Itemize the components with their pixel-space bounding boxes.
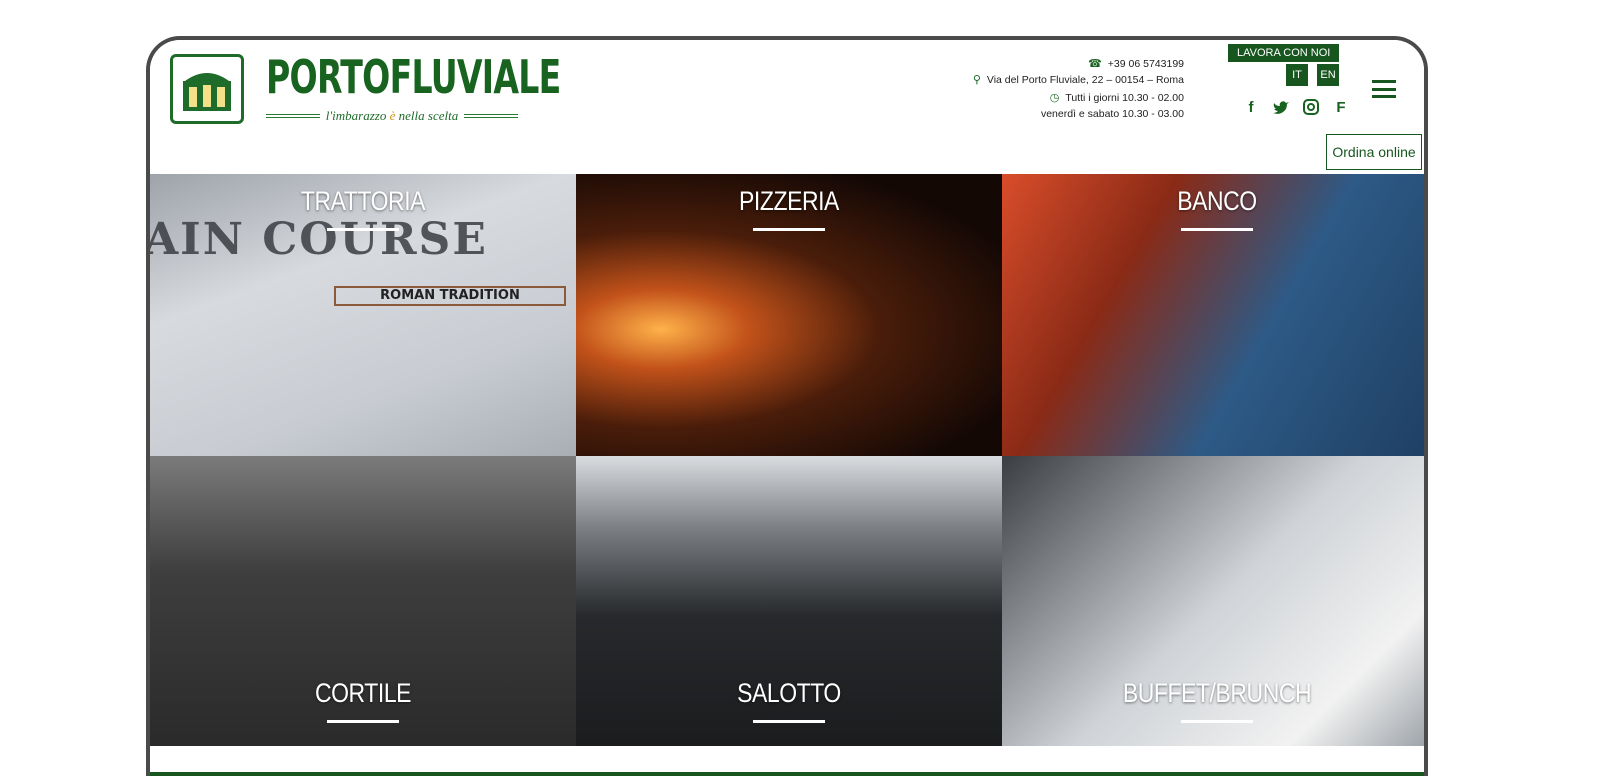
lang-it-button[interactable]: IT xyxy=(1286,64,1308,86)
hours-line-1: Tutti i giorni 10.30 - 02.00 xyxy=(1065,92,1184,104)
tile-label: PIZZERIA xyxy=(739,186,839,216)
tile-underline xyxy=(753,720,825,723)
lang-en-button[interactable]: EN xyxy=(1317,64,1339,86)
tagline-rule-left xyxy=(266,114,320,118)
tagline-post: nella scelta xyxy=(395,108,459,123)
tile-underline xyxy=(1181,228,1253,231)
hamburger-bar xyxy=(1372,87,1396,91)
logo-badge[interactable] xyxy=(170,54,244,124)
brand-tagline: l'imbarazzo è nella scelta xyxy=(266,108,518,124)
work-with-us-button[interactable]: LAVORA CON NOI xyxy=(1228,44,1340,62)
tile-label: BUFFET/BRUNCH xyxy=(1122,678,1312,708)
tile-buffet-brunch[interactable]: BUFFET/BRUNCH xyxy=(1002,456,1424,746)
facebook-icon[interactable]: f xyxy=(1242,98,1260,116)
phone-row[interactable]: ☎ +39 06 5743199 xyxy=(973,56,1184,72)
menu-photo-heading: AIN COURSE xyxy=(150,214,488,265)
order-online-button[interactable]: Ordina online xyxy=(1326,134,1422,170)
brand-name[interactable]: PORTOFLUVIALE xyxy=(266,52,561,102)
tile-underline xyxy=(1181,720,1253,723)
menu-photo-banner: ROMAN TRADITION xyxy=(334,286,566,306)
contact-info: ☎ +39 06 5743199 ⚲ Via del Porto Fluvial… xyxy=(973,56,1184,122)
tile-banco[interactable]: BANCO xyxy=(1002,174,1424,456)
footer-accent-bar xyxy=(150,772,1424,776)
tile-cortile[interactable]: CORTILE xyxy=(150,456,576,746)
tile-trattoria[interactable]: AIN COURSE ROMAN TRADITION TRATTORIA xyxy=(150,174,576,456)
hamburger-bar xyxy=(1372,95,1396,98)
tile-underline xyxy=(753,228,825,231)
hamburger-bar xyxy=(1372,80,1396,83)
clock-icon: ◷ xyxy=(1049,92,1060,104)
tile-label: BANCO xyxy=(1177,186,1257,216)
tile-underline xyxy=(327,720,399,723)
tagline-pre: l'imbarazzo xyxy=(325,108,390,123)
browser-frame: PORTOFLUVIALE l'imbarazzo è nella scelta… xyxy=(146,36,1428,776)
tile-underline xyxy=(327,228,399,231)
address-row: ⚲ Via del Porto Fluviale, 22 – 00154 – R… xyxy=(973,72,1184,88)
foursquare-icon[interactable]: F xyxy=(1332,98,1350,116)
map-pin-icon: ⚲ xyxy=(972,74,981,86)
tile-label: SALOTTO xyxy=(737,678,841,708)
instagram-glyph-icon xyxy=(1303,99,1319,115)
phone-number: +39 06 5743199 xyxy=(1107,58,1184,70)
address-text: Via del Porto Fluviale, 22 – 00154 – Rom… xyxy=(986,74,1184,86)
tagline-text: l'imbarazzo è nella scelta xyxy=(326,108,458,124)
hours-row-2: venerdì e sabato 10.30 - 03.00 xyxy=(973,106,1184,122)
twitter-bird-icon xyxy=(1273,101,1289,114)
phone-icon: ☎ xyxy=(1088,58,1102,70)
site-header: PORTOFLUVIALE l'imbarazzo è nella scelta… xyxy=(150,40,1424,176)
instagram-icon[interactable] xyxy=(1302,98,1320,116)
tile-salotto[interactable]: SALOTTO xyxy=(576,456,1002,746)
social-links: f F xyxy=(1242,98,1350,116)
tile-pizzeria[interactable]: PIZZERIA xyxy=(576,174,1002,456)
tile-label: TRATTORIA xyxy=(300,186,426,216)
venue-grid: AIN COURSE ROMAN TRADITION TRATTORIA PIZ… xyxy=(150,174,1424,746)
hours-row: ◷ Tutti i giorni 10.30 - 02.00 xyxy=(973,90,1184,106)
hours-line-2: venerdì e sabato 10.30 - 03.00 xyxy=(1040,108,1184,120)
building-logo-icon xyxy=(183,73,231,111)
tagline-rule-right xyxy=(464,114,518,118)
twitter-icon[interactable] xyxy=(1272,98,1290,116)
menu-hamburger-icon[interactable] xyxy=(1372,80,1396,98)
tile-label: CORTILE xyxy=(314,678,412,708)
